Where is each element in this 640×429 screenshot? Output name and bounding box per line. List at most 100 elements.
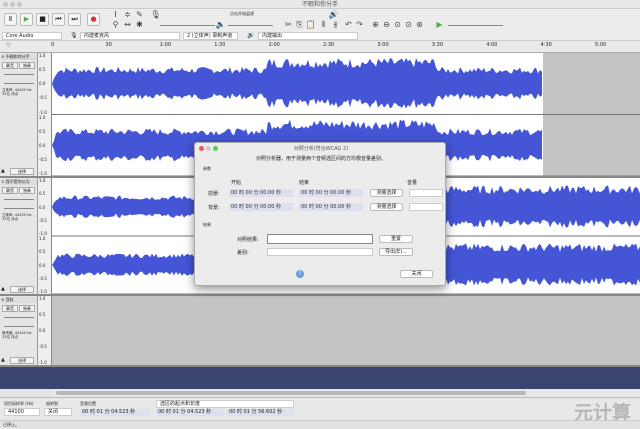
fit-project-icon[interactable]: ⊙ [403,20,414,29]
foreground-start-field[interactable]: 00 时 00 分 00.00 秒 [229,189,293,197]
scrollbar-thumb[interactable] [56,391,526,395]
collapse-icon[interactable]: ▲ [1,168,5,174]
selection-start-field[interactable]: 00 时 01 分 04.523 秒 [156,409,224,416]
track-name-menu[interactable]: × 不眠和你分手 [1,54,37,60]
mute-button[interactable]: 静音 [2,187,18,194]
rate-select[interactable]: 44100 [4,408,40,416]
record-device-select[interactable]: 内建麦克风 [80,32,180,40]
mute-button[interactable]: 静音 [2,62,18,69]
cut-icon[interactable]: ✂ [283,20,294,29]
foreground-measure-button[interactable]: 测量选择 [370,189,403,197]
pin-icon[interactable]: ▽ [6,42,11,49]
horizontal-scrollbar[interactable] [52,389,640,397]
audio-track[interactable]: × 音轨 静音 独奏 单声道, 44100 Hz 32位 浮点 选择 ▲ 1.0… [0,296,640,367]
gain-slider[interactable] [4,199,34,200]
scale-label: 0.5 [39,67,46,73]
background-start-field[interactable]: 00 时 00 分 00.00 秒 [229,203,293,211]
foreground-end-field[interactable]: 00 时 00 分 00.00 秒 [299,189,363,197]
channels-select[interactable]: 2 (立体声) 录制声道 [183,32,238,40]
track-name-menu[interactable]: × 音轨 [1,297,37,303]
record-volume-slider[interactable] [160,25,215,26]
zoom-window-button[interactable] [17,2,22,7]
timeshift-tool-icon[interactable]: ↔ [122,20,133,29]
close-window-button[interactable] [3,2,8,7]
zoom-in-icon[interactable]: ⊕ [370,20,381,29]
undo-icon[interactable]: ↶ [343,20,354,29]
copy-icon[interactable]: ⎘ [294,20,305,30]
contrast-result-field[interactable] [267,234,373,244]
skip-start-button[interactable]: ⏮ [52,13,65,26]
selection-length-field[interactable]: 00 时 01 分 56.602 秒 [227,409,295,416]
meter-label[interactable]: 点击开始监视 [230,11,254,17]
track-close-icon[interactable]: × [1,297,4,302]
ruler-tick: 5:00 [595,42,607,48]
solo-button[interactable]: 独奏 [19,62,35,69]
play-at-speed-icon[interactable]: ▶ [434,20,445,29]
track-close-icon[interactable]: × [1,179,4,184]
amplitude-scale: 1.0 0.5 0.0 -0.5 -1.0 [38,296,52,365]
fit-selection-icon[interactable]: ⊙ [392,20,403,29]
solo-button[interactable]: 独奏 [19,305,35,312]
pan-slider[interactable] [4,326,34,327]
stop-button[interactable]: ■ [36,13,49,26]
zoom-tool-icon[interactable]: ⚲ [110,20,121,29]
silence-icon[interactable]: ⫵ [330,20,341,30]
redo-icon[interactable]: ↷ [354,20,365,29]
selection-tool-icon[interactable]: I [110,10,121,19]
pan-slider[interactable] [4,83,34,84]
collapse-icon[interactable]: ▲ [1,357,5,363]
scale-label: 1.0 [39,53,46,58]
window-title: 不眠和你分手 [301,1,338,8]
trim-icon[interactable]: ⫴ [318,20,329,30]
solo-button[interactable]: 独奏 [19,187,35,194]
host-select[interactable]: Core Audio [2,32,62,40]
foreground-volume-field[interactable] [409,189,443,197]
zoom-toggle-icon[interactable]: ⊛ [414,20,425,29]
pan-slider[interactable] [4,208,34,209]
envelope-tool-icon[interactable]: ≑ [122,10,133,19]
play-speed-slider[interactable] [448,25,503,26]
diff-result-field[interactable] [267,248,373,256]
gain-slider[interactable] [4,317,34,318]
background-volume-field[interactable] [409,203,443,211]
audio-position-field[interactable]: 00 时 01 分 04.523 秒 [80,409,150,416]
play-button[interactable]: ▶ [20,13,33,26]
collapse-icon[interactable]: ▲ [1,286,5,292]
track-close-icon[interactable]: × [1,54,4,59]
mute-button[interactable]: 静音 [2,305,18,312]
reset-button[interactable]: 重置 [379,235,413,243]
background-measure-button[interactable]: 测量选择 [370,203,403,211]
volume-header: 音量 [407,180,418,186]
contrast-dialog: 对照分析(符合WCAG 2) 对照分析器，用于测量两个音频选区间的方均根音量差别… [194,142,446,286]
gain-slider[interactable] [4,74,34,75]
select-track-button[interactable]: 选择 [10,286,34,293]
help-icon[interactable]: ? [296,270,304,278]
record-meter-icon: 🎙 [150,10,161,19]
select-track-button[interactable]: 选择 [10,357,34,364]
selection-mode-select[interactable]: 选区的起点和长度 [156,400,294,408]
waveform[interactable] [52,296,640,365]
select-track-button[interactable]: 选择 [10,168,34,175]
ruler-tick: 30 [105,42,112,48]
snap-select[interactable]: 关闭 [44,408,72,416]
track-control-panel: × 音轨 静音 独奏 单声道, 44100 Hz 32位 浮点 选择 ▲ [0,296,38,365]
contrast-label: 对照结果: [237,237,259,243]
track-name-menu[interactable]: × 我不是你以为 [1,179,37,185]
export-button[interactable]: 导出(E)... [379,248,413,256]
multi-tool-icon[interactable]: ✱ [134,20,145,29]
minimize-window-button[interactable] [10,2,15,7]
zoom-out-icon[interactable]: ⊖ [381,20,392,29]
playback-volume-slider[interactable] [228,25,273,26]
track-info: 立体声, 44100 Hz 32位 浮点 [2,213,32,221]
ruler-tick: 2:00 [268,42,280,48]
paste-icon[interactable]: 📋 [305,20,316,29]
record-button[interactable]: ● [87,13,100,26]
background-end-field[interactable]: 00 时 00 分 00.00 秒 [299,203,363,211]
draw-tool-icon[interactable]: ✎ [134,10,145,19]
empty-track-area [0,367,640,389]
pause-button[interactable]: Ⅱ [4,13,17,26]
close-button[interactable]: 关闭 [400,270,433,278]
playback-device-select[interactable]: 内建输出 [258,32,358,40]
timeline-ruler[interactable]: ▽ 0 30 1:00 1:30 2:00 2:30 3:00 3:30 4:00 4:30 5:0… [0,41,640,53]
skip-end-button[interactable]: ⏭ [68,13,81,26]
